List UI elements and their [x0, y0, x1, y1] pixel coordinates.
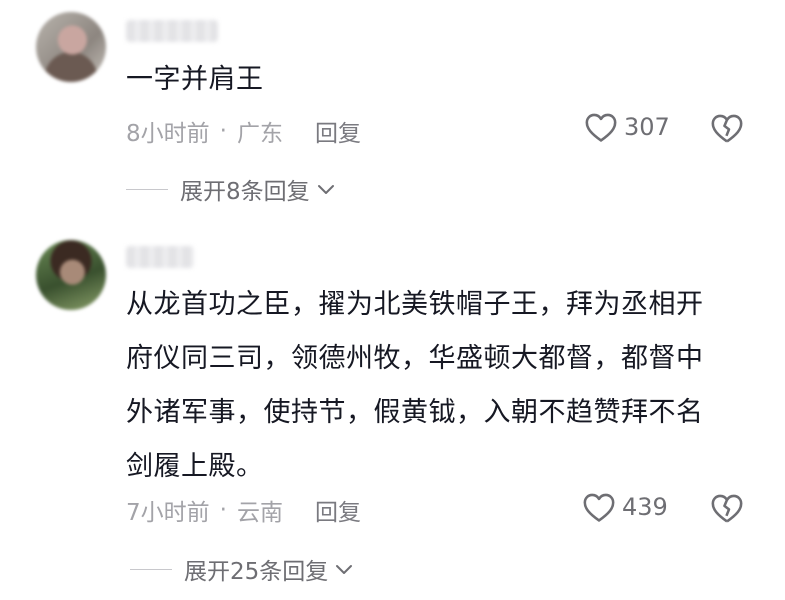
heart-icon [585, 113, 617, 142]
comment-meta: 7小时前 · 云南 回复 [126, 493, 361, 527]
comment-location: 云南 [236, 500, 283, 526]
comment-text-line: 一字并肩王 [126, 64, 264, 95]
comment-time: 7小时前 [126, 500, 210, 526]
broken-heart-icon[interactable] [710, 492, 744, 524]
reply-button[interactable]: 回复 [315, 493, 361, 527]
avatar[interactable] [36, 12, 106, 82]
comment-meta: 8小时前 · 广东 回复 [126, 114, 361, 148]
reply-button[interactable]: 回复 [315, 114, 361, 148]
expand-replies-button[interactable]: 展开25条回复 [130, 552, 354, 586]
username-blurred[interactable] [126, 246, 194, 268]
comment-location: 广东 [236, 121, 283, 147]
like-button[interactable]: 439 [582, 491, 668, 523]
chevron-down-icon [336, 565, 353, 574]
comment-text-line: 剑履上殿。 [126, 451, 264, 482]
comment-text: 一字并肩王 [126, 53, 264, 107]
divider-line [126, 188, 168, 190]
comment-text-line: 府仪同三司，领德州牧，华盛顿大都督，都督中 [126, 343, 704, 374]
divider-line [130, 568, 172, 570]
chevron-down-icon [317, 185, 334, 194]
meta-separator: · [219, 497, 227, 523]
comment-text: 从龙首功之臣，擢为北美铁帽子王，拜为丞相开 府仪同三司，领德州牧，华盛顿大都督，… [126, 278, 704, 494]
avatar[interactable] [36, 240, 106, 310]
comment-time: 8小时前 [126, 121, 210, 147]
heart-icon [583, 493, 615, 522]
expand-replies-label: 展开8条回复 [180, 179, 310, 205]
like-button[interactable]: 307 [584, 111, 670, 143]
expand-replies-button[interactable]: 展开8条回复 [126, 172, 336, 206]
like-count: 307 [624, 113, 670, 141]
username-blurred[interactable] [126, 20, 218, 42]
meta-separator: · [219, 118, 227, 144]
broken-heart-icon[interactable] [710, 112, 744, 144]
like-count: 439 [622, 493, 668, 521]
comment-text-line: 外诸军事，使持节，假黄钺，入朝不趋赞拜不名 [126, 397, 704, 428]
expand-replies-label: 展开25条回复 [184, 559, 329, 585]
comment-text-line: 从龙首功之臣，擢为北美铁帽子王，拜为丞相开 [126, 289, 704, 320]
